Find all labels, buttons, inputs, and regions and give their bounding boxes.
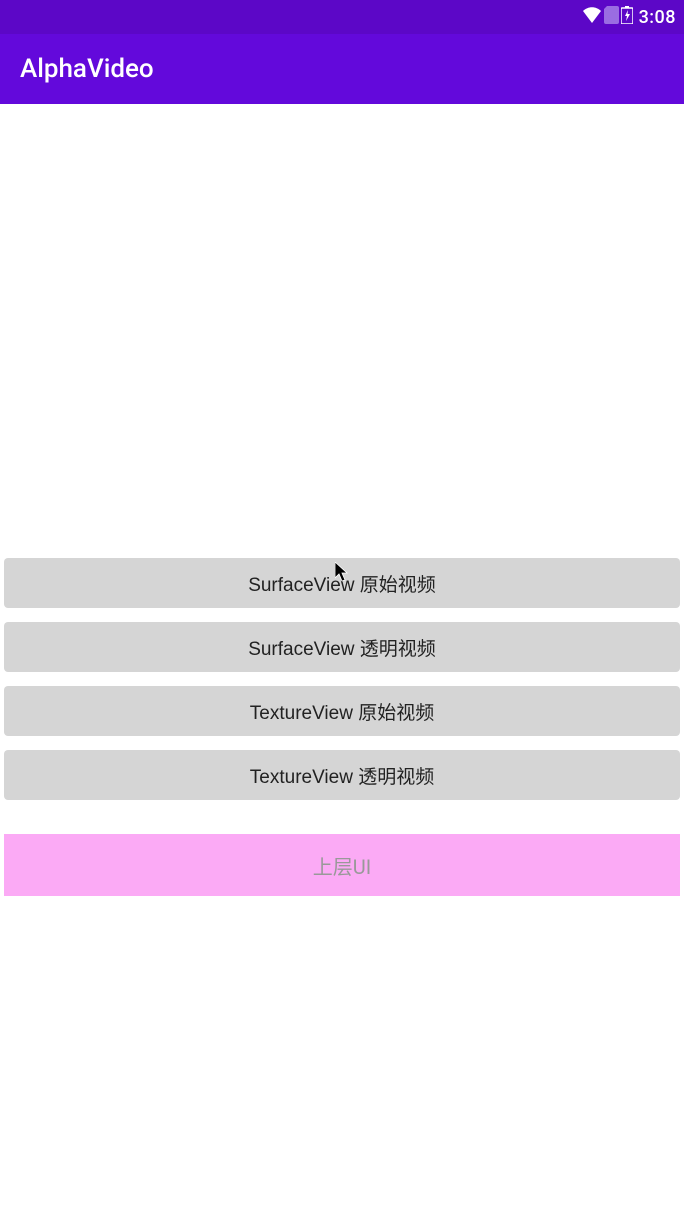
surfaceview-alpha-button[interactable]: SurfaceView 透明视频 [4,622,680,672]
sim-icon [604,6,619,28]
app-title: AlphaVideo [20,54,154,84]
status-time: 3:08 [639,7,676,28]
textureview-alpha-button[interactable]: TextureView 透明视频 [4,750,680,800]
battery-charging-icon [621,6,633,28]
overlay-ui-banner: 上层UI [4,834,680,896]
app-bar: AlphaVideo [0,34,684,104]
textureview-raw-button[interactable]: TextureView 原始视频 [4,686,680,736]
surfaceview-raw-button[interactable]: SurfaceView 原始视频 [4,558,680,608]
wifi-icon [582,7,602,27]
video-placeholder [4,104,680,544]
status-icons: 3:08 [582,6,676,28]
status-bar: 3:08 [0,0,684,34]
content-area: SurfaceView 原始视频 SurfaceView 透明视频 Textur… [0,104,684,896]
